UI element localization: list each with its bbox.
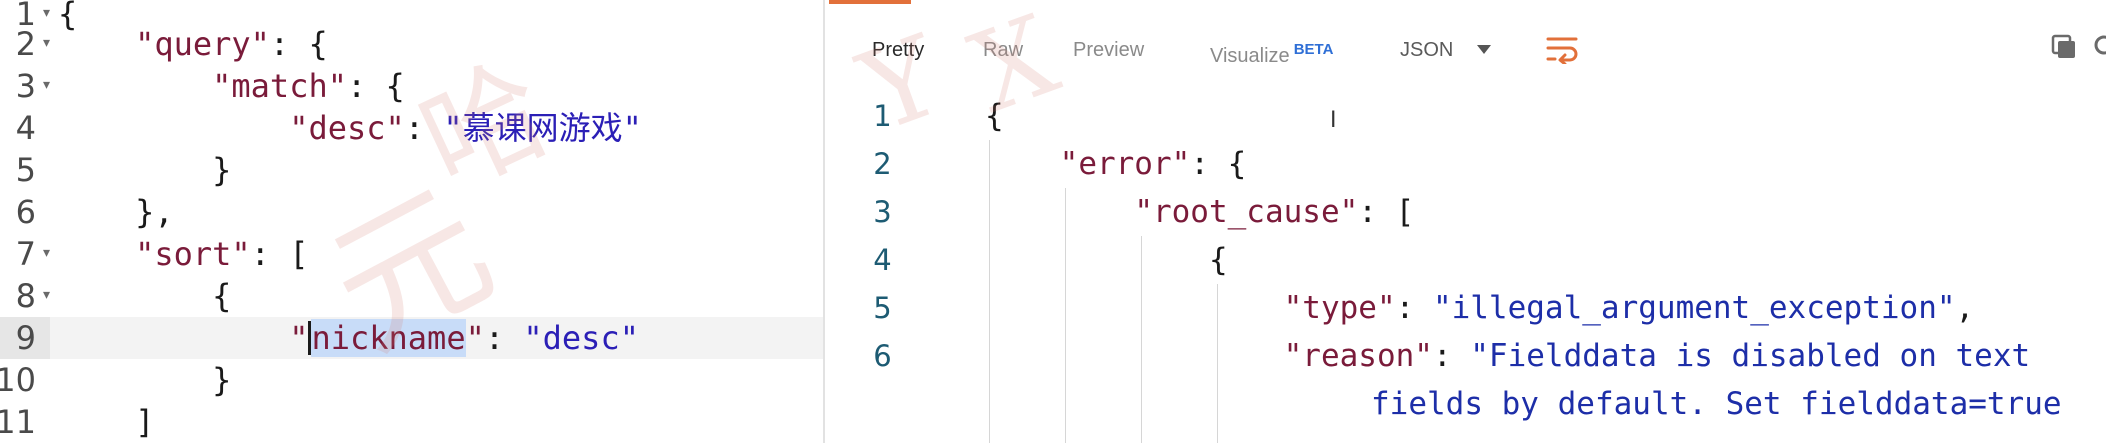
editor-line[interactable]: 6 }, [0,191,823,233]
code-token: : [ [250,235,309,273]
json-string-value: "Fielddata is disabled on text [1470,338,2031,374]
response-line: 5 "type": "illegal_argument_exception", [825,284,2106,332]
code-token: } [212,361,232,399]
line-number: 5 [873,291,892,325]
code-token: } [212,151,232,189]
beta-badge: BETA [1293,41,1334,58]
i-beam-cursor-icon: I [1330,108,1337,133]
active-tab-indicator [829,0,911,4]
editor-line[interactable]: 3 ▾ "match": { [0,65,823,107]
code-token: : [404,109,444,147]
response-line: 6 "reason": "Fielddata is disabled on te… [825,332,2106,380]
line-gutter: 2 ▾ [15,23,50,63]
json-key: "sort" [135,235,251,273]
json-key: "error" [1059,146,1191,182]
code-token: ] [135,403,155,441]
tab-visualize[interactable]: Visualize BETA [1210,22,1333,78]
line-number: 2 [873,147,892,181]
response-line: 1 { [825,92,2106,140]
json-string-value: "desc" [523,319,639,357]
editor-line[interactable]: 2 ▾ "query": { [0,23,823,65]
line-gutter: 7 ▾ [15,233,50,273]
json-key: "query" [135,25,270,63]
line-gutter: 4 [15,109,36,147]
fold-arrow-icon[interactable]: ▾ [43,65,50,105]
tab-raw[interactable]: Raw [983,22,1023,78]
response-panel: Pretty Raw Preview Visualize BETA JSON 1 … [825,0,2106,443]
editor-line[interactable]: 11 ] [0,401,823,443]
editor-line[interactable]: 7 ▾ "sort": [ [0,233,823,275]
line-gutter: 5 [15,151,36,189]
code-token: : [484,319,524,357]
request-body-editor[interactable]: 1 ▾ { 2 ▾ "query": { 3 ▾ "match": { 4 "desc… [0,0,823,443]
line-gutter: 6 [15,193,36,231]
json-key: "type" [1283,290,1396,326]
line-gutter: 9 [0,317,50,359]
search-icon[interactable] [2093,34,2106,60]
response-line: 4 { [825,236,2106,284]
selected-text[interactable]: nickname [311,319,466,357]
code-token: }, [135,193,174,231]
line-gutter: 11 [0,403,36,441]
editor-line[interactable]: 10 } [0,359,823,401]
fold-arrow-icon[interactable]: ▾ [43,275,50,315]
fold-arrow-icon[interactable]: ▾ [43,23,50,63]
json-string-value: fields by default. Set fielddata=true [1371,386,2062,422]
line-gutter: 3 ▾ [15,65,50,105]
editor-line[interactable]: 8 ▾ { [0,275,823,317]
line-gutter: 10 [0,361,36,399]
line-gutter: 8 ▾ [15,275,50,315]
wrap-lines-icon[interactable] [1545,34,1579,64]
json-key: "desc" [289,109,405,147]
line-number: 4 [873,243,892,277]
json-string-value: "illegal_argument_exception" [1432,290,1956,326]
code-token: { [212,277,232,315]
line-number: 3 [873,195,892,229]
code-token: : { [346,67,405,105]
chevron-down-icon[interactable] [1477,45,1491,54]
json-string-value: "慕课网游戏" [443,109,642,147]
code-token: : { [269,25,328,63]
line-number: 6 [873,339,892,373]
editor-line[interactable]: 5 } [0,149,823,191]
json-key: "root_cause" [1134,194,1359,230]
copy-icon[interactable] [2050,33,2078,61]
json-key-quote: " [465,319,485,357]
line-number: 1 [873,99,892,133]
json-key: "reason" [1283,338,1433,374]
editor-line-active[interactable]: 9 "nickname": "desc" [0,317,823,359]
response-line: 2 "error": { [825,140,2106,188]
tab-pretty[interactable]: Pretty [872,22,924,78]
tab-preview[interactable]: Preview [1073,22,1144,78]
format-select[interactable]: JSON [1400,22,1453,78]
json-key-quote: " [289,319,309,357]
fold-arrow-icon[interactable]: ▾ [43,233,50,273]
response-line-wrapped: fields by default. Set fielddata=true [825,380,2106,428]
editor-line[interactable]: 4 "desc": "慕课网游戏" [0,107,823,149]
response-line: 3 "root_cause": [ [825,188,2106,236]
json-key: "match" [212,67,347,105]
